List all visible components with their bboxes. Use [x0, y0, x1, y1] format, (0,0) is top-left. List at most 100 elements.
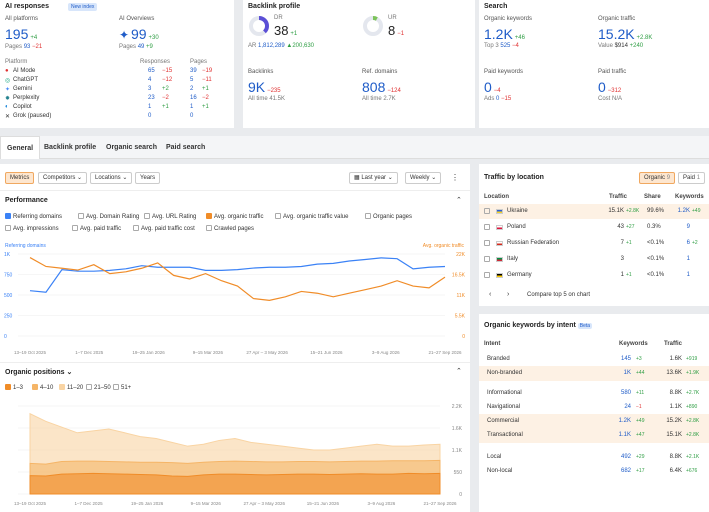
position-checkbox[interactable]: 11–20 — [59, 384, 83, 391]
organic-traffic-value[interactable]: 15.2K — [598, 26, 635, 42]
keywords-value[interactable]: 145 — [621, 356, 631, 362]
competitors-dropdown[interactable]: Competitors ⌄ — [38, 172, 88, 184]
organic-positions-title[interactable]: Organic positions ⌄ — [5, 368, 72, 376]
tab-general[interactable]: General — [0, 136, 41, 159]
metric-checkbox[interactable]: Avg. organic traffic value — [275, 213, 348, 220]
intent-row[interactable]: Commercial 1.2K +49 15.2K +2.8K — [479, 414, 709, 429]
position-checkbox[interactable]: 1–3 — [5, 384, 23, 391]
keywords-value[interactable]: 1K — [624, 370, 631, 376]
all-platforms-value[interactable]: 195 — [5, 26, 28, 42]
intent-row[interactable]: Local 492 +29 8.8K +2.1K — [479, 450, 709, 465]
paid-keywords-value[interactable]: 0 — [484, 79, 492, 95]
keywords-value[interactable]: 580 — [621, 390, 631, 396]
metric-checkbox[interactable]: Organic pages — [365, 213, 412, 220]
metrics-button[interactable]: Metrics — [5, 172, 35, 184]
organic-positions-chart[interactable]: 0 550 1.1K 1.6K 2.2K 13–19 Oct 2025 1–7 Dec 20… — [0, 402, 470, 510]
position-checkbox[interactable]: 21–50 — [86, 384, 111, 391]
responses-value[interactable]: 3 — [148, 86, 151, 92]
metric-checkbox[interactable]: Avg. paid traffic — [72, 225, 121, 232]
tab-backlink-profile[interactable]: Backlink profile — [38, 136, 102, 159]
pages-value[interactable]: 5 — [190, 77, 193, 83]
intent-row[interactable]: Non-branded 1K +44 13.6K +1.9K — [479, 366, 709, 381]
location-row[interactable]: Ukraine 15.1K +2.8K 99.6% 1.2K +49 — [479, 204, 709, 219]
responses-value[interactable]: 23 — [148, 95, 155, 101]
location-row[interactable]: Germany 1 +1 <0.1% 1 — [479, 268, 709, 283]
series-area-1–3[interactable] — [29, 472, 441, 495]
pages-value[interactable]: 2 — [190, 86, 193, 92]
intent-row[interactable]: Informational 580 +11 8.8K +2.7K — [479, 386, 709, 401]
ar-value[interactable]: 1,812,289 — [258, 43, 285, 49]
years-button[interactable]: Years — [135, 172, 161, 184]
pages-value[interactable]: 16 — [190, 95, 197, 101]
location-row[interactable]: Russian Federation 7 +1 <0.1% 6 +2 — [479, 236, 709, 251]
paid-traffic-value[interactable]: 0 — [598, 79, 606, 95]
location-row[interactable]: Italy 3 <0.1% 1 — [479, 252, 709, 267]
period-dropdown[interactable]: Weekly ⌄ — [405, 172, 442, 184]
organic-keywords-value[interactable]: 1.2K — [484, 26, 513, 42]
metric-checkbox[interactable]: Avg. URL Rating — [144, 213, 196, 220]
keywords-value[interactable]: 1 — [687, 272, 690, 278]
tab-organic-search[interactable]: Organic search — [100, 136, 163, 159]
top3-value[interactable]: 525 — [500, 43, 510, 49]
intent-row[interactable]: Transactional 1.1K +47 15.1K +2.8K — [479, 428, 709, 443]
paid-toggle[interactable]: Paid 1 — [678, 172, 706, 184]
ai-overviews-value[interactable]: 99 — [131, 26, 147, 42]
traffic-value[interactable]: 3 — [621, 256, 624, 262]
metric-checkbox[interactable]: Avg. Domain Rating — [78, 213, 139, 220]
ov-pages-value[interactable]: 49 — [138, 44, 145, 50]
responses-value[interactable]: 65 — [148, 68, 155, 74]
traffic-value[interactable]: 7 — [621, 240, 624, 246]
compare-top5-link[interactable]: Compare top 5 on chart — [527, 292, 590, 298]
keywords-value[interactable]: 1.1K — [619, 432, 631, 438]
location-checkbox[interactable] — [484, 224, 490, 230]
pages-value[interactable]: 0 — [190, 113, 193, 119]
series-line-referring-domains[interactable] — [29, 257, 446, 293]
position-checkbox[interactable]: 4–10 — [32, 384, 53, 391]
more-menu-icon[interactable]: ⋮ — [451, 173, 459, 182]
intent-row[interactable]: Navigational 24 −1 1.1K +890 — [479, 400, 709, 415]
responses-value[interactable]: 0 — [148, 113, 151, 119]
position-checkbox[interactable]: 51+ — [113, 384, 131, 391]
chevron-right-icon[interactable]: › — [507, 291, 509, 298]
keywords-value[interactable]: 682 — [621, 468, 631, 474]
series-line-avg-organic-traffic[interactable] — [29, 257, 446, 301]
locations-dropdown[interactable]: Locations ⌄ — [90, 172, 133, 184]
location-checkbox[interactable] — [484, 272, 490, 278]
date-range-dropdown[interactable]: ▦ Last year ⌄ — [349, 172, 398, 184]
traffic-value[interactable]: 43 — [617, 224, 624, 230]
keywords-value[interactable]: 1.2K — [678, 208, 690, 214]
metric-checkbox[interactable]: Avg. organic traffic — [206, 213, 263, 220]
metric-checkbox[interactable]: Crawled pages — [206, 225, 254, 232]
keywords-value[interactable]: 9 — [687, 224, 690, 230]
keywords-value[interactable]: 492 — [621, 454, 631, 460]
collapse-icon[interactable]: ⌃ — [456, 367, 462, 375]
intent-row[interactable]: Non-local 682 +17 6.4K +676 — [479, 464, 709, 479]
metric-checkbox[interactable]: Referring domains — [5, 213, 62, 220]
responses-value[interactable]: 1 — [148, 104, 151, 110]
organic-toggle[interactable]: Organic 9 — [639, 172, 676, 184]
backlinks-value[interactable]: 9K — [248, 79, 265, 95]
pages-value[interactable]: 39 — [190, 68, 197, 74]
performance-chart[interactable]: 0 0 250 5.5K 500 11K 750 16.5K 1K 22K 13–19 Oct 20… — [0, 250, 470, 360]
traffic-value[interactable]: 15.1K — [608, 208, 624, 214]
location-row[interactable]: Poland 43 +27 0.3% 9 — [479, 220, 709, 235]
metric-checkbox[interactable]: Avg. paid traffic cost — [133, 225, 195, 232]
pages-value[interactable]: 93 — [24, 44, 31, 50]
location-checkbox[interactable] — [484, 208, 490, 214]
metric-checkbox[interactable]: Avg. impressions — [5, 225, 59, 232]
responses-value[interactable]: 4 — [148, 77, 151, 83]
ref-domains-value[interactable]: 808 — [362, 79, 385, 95]
location-checkbox[interactable] — [484, 240, 490, 246]
ads-value[interactable]: 0 — [496, 96, 499, 102]
intent-row[interactable]: Branded 145 +3 1.6K +919 — [479, 352, 709, 367]
keywords-value[interactable]: 1.2K — [619, 418, 631, 424]
collapse-icon[interactable]: ⌃ — [456, 196, 462, 204]
keywords-value[interactable]: 1 — [687, 256, 690, 262]
pages-value[interactable]: 1 — [190, 104, 193, 110]
chevron-left-icon[interactable]: ‹ — [489, 291, 491, 298]
keywords-value[interactable]: 24 — [624, 404, 631, 410]
tab-paid-search[interactable]: Paid search — [160, 136, 211, 159]
traffic-value[interactable]: 1 — [621, 272, 624, 278]
location-checkbox[interactable] — [484, 256, 490, 262]
keywords-value[interactable]: 6 — [687, 240, 690, 246]
